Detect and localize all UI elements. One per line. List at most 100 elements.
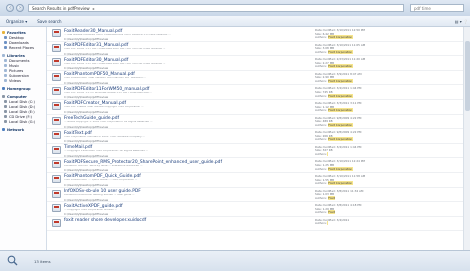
file-path: C:\Users\ty\Desktop\pdfPreview <box>64 66 109 71</box>
pdf-file-icon <box>52 174 61 183</box>
sidebar-label: Downloads <box>9 40 29 45</box>
file-metadata: Date modified: 2/23/2011 11:20 AM Size: … <box>315 58 365 69</box>
file-path: C:\Users\ty\Desktop\pdfPreview <box>64 212 109 217</box>
result-row[interactable]: FoxitPhantomPDF_Quick_Guide.pdf Foxit Ph… <box>47 173 463 188</box>
sidebar-item-drive-g[interactable]: Local Disk (G:) <box>0 119 46 124</box>
author-line: Authors: Foxit Corporation <box>315 64 353 69</box>
forward-button[interactable]: › <box>16 4 24 12</box>
search-results-list: FoxitReader30_Manual.pdf ... Use Manual … <box>47 27 463 250</box>
result-row[interactable]: TimeMail.pdf ... Copyright 1998-2002 Fox… <box>47 144 463 159</box>
author-line: Authors: Foxit <box>315 195 336 200</box>
file-path: C:\Users\ty\Desktop\pdfPreview <box>64 139 109 144</box>
sidebar-item-recent-places[interactable]: Recent Places <box>0 45 46 50</box>
libraries-icon <box>2 54 5 57</box>
organize-button[interactable]: Organize ▾ <box>6 19 27 24</box>
file-path: C:\Users\ty\Desktop\pdfPreview <box>64 124 109 129</box>
author-value: Foxit Corporation <box>327 35 353 40</box>
sidebar-label: Homegroup <box>7 86 31 91</box>
view-options-button[interactable]: ▤ ▾ ❔ <box>455 19 468 24</box>
item-count: 13 items <box>34 259 51 264</box>
sidebar-label: Favorites <box>7 30 26 35</box>
sidebar-label: Local Disk (C:) <box>9 99 35 104</box>
file-metadata: Date modified: 3/4/2011 1:44 PM Size: 74… <box>315 87 361 98</box>
search-icon <box>7 255 18 266</box>
computer-icon <box>2 95 5 98</box>
file-name[interactable]: foxit reader shore developer.xuidocdf <box>64 218 146 223</box>
content-snippet: Foxit Corporation founded in 2001. Foxit… <box>64 135 145 138</box>
author-value: Foxit <box>327 195 336 200</box>
drive-icon <box>4 105 7 108</box>
file-path: C:\Users\ty\Desktop\pdfPreview <box>64 197 109 202</box>
content-snippet: ... Use Manual Contents FOXIT CORPORATIO… <box>64 33 171 36</box>
result-row[interactable]: FoxitReader30_Manual.pdf ... Use Manual … <box>47 27 463 42</box>
author-value: Foxit Corporation <box>327 108 353 113</box>
sidebar-label: Computer <box>7 94 27 99</box>
file-metadata: Date modified: 3/8/2011 11:34 AM Size: 1… <box>315 189 363 201</box>
author-line: Authors: Foxit Corporation <box>315 181 353 186</box>
file-path: C:\Users\ty\Desktop\pdfPreview <box>64 80 109 85</box>
file-path: C:\Users\ty\Desktop\pdfPreview <box>64 51 109 56</box>
author-line: Authors: <box>315 221 328 226</box>
sidebar-homegroup[interactable]: Homegroup <box>0 86 46 91</box>
result-row[interactable]: FoxitPDFEditor30_Manual.pdf Foxit PDF Ed… <box>47 56 463 71</box>
music-icon <box>4 64 7 67</box>
result-row[interactable]: FoxitPDFSecure_RMS_Protector20_SharePoin… <box>47 158 463 173</box>
file-path: C:\Users\ty\Desktop\pdfPreview <box>64 168 109 173</box>
result-row[interactable]: FoxitPhantomPDF50_Manual.pdf Foxit Phant… <box>47 71 463 86</box>
sidebar-item-videos[interactable]: Videos <box>0 78 46 83</box>
author-value: Foxit Corporation <box>327 49 353 54</box>
network-icon <box>2 128 5 131</box>
drive-icon <box>4 100 7 103</box>
sidebar-label: Documents <box>9 58 30 63</box>
desktop-icon <box>4 36 7 39</box>
content-snippet: Contents Foxit PDF Security Suite ... Sh… <box>64 164 143 167</box>
scrollbar-thumb[interactable] <box>465 41 470 111</box>
file-metadata: Date modified: 3/8/2011 4:18 PM Size: 1.… <box>315 204 361 215</box>
pdf-file-icon <box>52 87 61 96</box>
sidebar-network[interactable]: Network <box>0 127 46 132</box>
search-text: pdf time <box>414 5 431 11</box>
pdf-file-icon <box>52 160 61 169</box>
author-value: Foxit Corporation <box>327 137 353 142</box>
back-arrow-icon: ‹ <box>9 4 11 11</box>
author-value: Foxit Corporation <box>327 181 353 186</box>
content-snippet: Foxit PDF Editor 3.1 FOXIT CORPORATION F… <box>64 48 166 51</box>
author-line: Authors: Foxit Corporation <box>315 49 353 54</box>
result-row[interactable]: FoxitText.pdf Foxit Corporation founded … <box>47 129 463 144</box>
result-row[interactable]: FoxitPDFEditor31_Manual.pdf Foxit PDF Ed… <box>47 42 463 57</box>
result-row[interactable]: FoxitActiveXPDF_guide.pdf ... Copyright … <box>47 202 463 217</box>
result-row[interactable]: FreeTechGuide_guide.pdf ... Guide Copyri… <box>47 115 463 130</box>
breadcrumb-search-results[interactable]: Search Results in pdfPreview <box>32 6 90 11</box>
details-pane: 13 items <box>0 250 470 271</box>
file-metadata: Date modified: 3/10/2011 11:58 AM Size: … <box>315 174 365 186</box>
documents-icon <box>4 59 7 62</box>
result-row[interactable]: InfOXOSv-sb-ule 10 user guide.PDF Conten… <box>47 188 463 203</box>
author-line: Authors: Foxit Corporation <box>315 78 353 83</box>
result-row[interactable]: FoxitPDFEditor11ForWM50_manual.pdf Foxit… <box>47 85 463 100</box>
file-metadata: Date modified: 9/8/2009 4:22 PM Size: 20… <box>315 131 361 142</box>
content-snippet: Foxit PhantomPDF ... Quick Guide ... Fox… <box>64 179 138 182</box>
title-bar: ‹ › Search Results in pdfPreview ▸ pdf t… <box>0 0 470 17</box>
author-line: Authors: Foxit Corporation <box>315 137 353 142</box>
result-row[interactable]: FoxitPDFCreator_Manual.pdf Foxit PDF Cre… <box>47 100 463 115</box>
content-snippet: Foxit PDF Editor 3.0 FOXIT CORPORATION F… <box>64 62 166 65</box>
videos-icon <box>4 79 7 82</box>
author-value: Foxit Corporation <box>327 64 353 69</box>
author-line: Authors: Foxit Corporation <box>315 122 353 127</box>
sidebar-label: CD Drive (F:) <box>9 114 32 119</box>
search-input[interactable]: pdf time <box>410 4 464 12</box>
save-search-button[interactable]: Save search <box>37 19 61 24</box>
file-metadata: Date modified: 9/8/2009 4:22 PM Size: 48… <box>315 116 361 128</box>
pdf-file-icon <box>52 43 61 52</box>
pdf-file-icon <box>52 116 61 125</box>
vertical-scrollbar[interactable] <box>463 27 470 250</box>
sidebar-label: Libraries <box>7 53 25 58</box>
author-value: Foxit Corporation <box>327 166 353 171</box>
address-bar[interactable]: Search Results in pdfPreview ▸ <box>28 4 404 12</box>
downloads-icon <box>4 41 7 44</box>
author-line: Authors: Foxit Corporation <box>315 93 353 98</box>
back-button[interactable]: ‹ <box>6 4 14 12</box>
author-line: Authors: Foxit Corporation <box>315 166 353 171</box>
file-path: C:\Users\ty\Desktop\pdfPreview <box>64 37 109 41</box>
result-row[interactable]: foxit reader shore developer.xuidocdf Da… <box>47 217 463 232</box>
